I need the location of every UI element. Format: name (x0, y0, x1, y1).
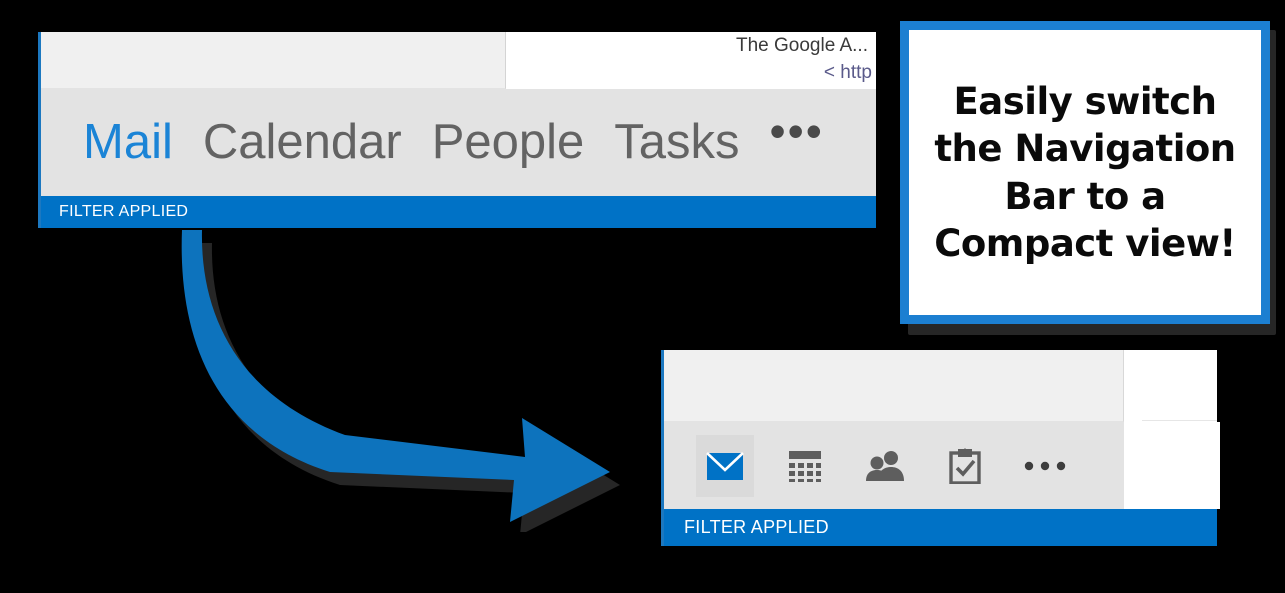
callout-line-1: Easily switch (953, 79, 1217, 123)
compact-reading-pane-body (1124, 422, 1220, 509)
callout-line-2: the Navigation (934, 127, 1236, 171)
expanded-toolbar-row: The Google A... < http (41, 32, 876, 89)
email-subject-text: The Google A... (735, 35, 868, 56)
arrow-body (181, 230, 610, 522)
compact-status-bar: FILTER APPLIED (664, 509, 1217, 546)
nav-overflow-ellipsis-icon[interactable]: ••• (770, 108, 824, 154)
tasks-clipboard-icon (949, 447, 981, 484)
callout-line-4: Compact view! (934, 221, 1236, 265)
envelope-icon (706, 451, 744, 480)
compact-nav-item-tasks[interactable] (936, 435, 994, 497)
compact-reading-pane-header (1124, 350, 1217, 422)
nav-item-tasks[interactable]: Tasks (614, 118, 739, 167)
expanded-email-preview-header: The Google A... < http (506, 32, 876, 89)
filter-applied-label-compact: FILTER APPLIED (684, 517, 829, 537)
screenshot-canvas: The Google A... < http Mail Calendar Peo… (0, 0, 1285, 593)
callout-text-block: Easily switch the Navigation Bar to a Co… (909, 78, 1261, 267)
calendar-icon (789, 450, 821, 482)
nav-item-people[interactable]: People (432, 118, 585, 167)
nav-item-calendar[interactable]: Calendar (203, 118, 402, 167)
expanded-folder-pane-toolbar (41, 32, 506, 89)
filter-applied-label: FILTER APPLIED (59, 203, 189, 220)
nav-item-mail[interactable]: Mail (83, 118, 173, 167)
compact-toolbar-row (664, 350, 1217, 422)
compact-nav-item-people[interactable] (856, 435, 914, 497)
callout-line-3: Bar to a (1004, 174, 1166, 218)
email-address-text: < http (823, 62, 872, 83)
compact-navigation-bar (664, 422, 1124, 509)
overflow-ellipsis-icon (1024, 461, 1066, 470)
curved-arrow-pointing-to-compact-view (181, 230, 620, 532)
callout-box: Easily switch the Navigation Bar to a Co… (900, 21, 1270, 324)
compact-nav-item-mail[interactable] (696, 434, 754, 497)
expanded-status-bar: FILTER APPLIED (41, 196, 876, 228)
compact-nav-item-overflow[interactable] (1016, 435, 1074, 497)
expanded-navigation-bar: Mail Calendar People Tasks ••• (41, 89, 876, 196)
people-icon (866, 450, 904, 481)
compact-nav-item-calendar[interactable] (776, 435, 834, 497)
expanded-navigation-panel: The Google A... < http Mail Calendar Peo… (38, 32, 876, 228)
compact-folder-pane-toolbar (664, 350, 1124, 422)
compact-navigation-panel: FILTER APPLIED (661, 350, 1220, 546)
arrow-shadow (191, 243, 620, 532)
